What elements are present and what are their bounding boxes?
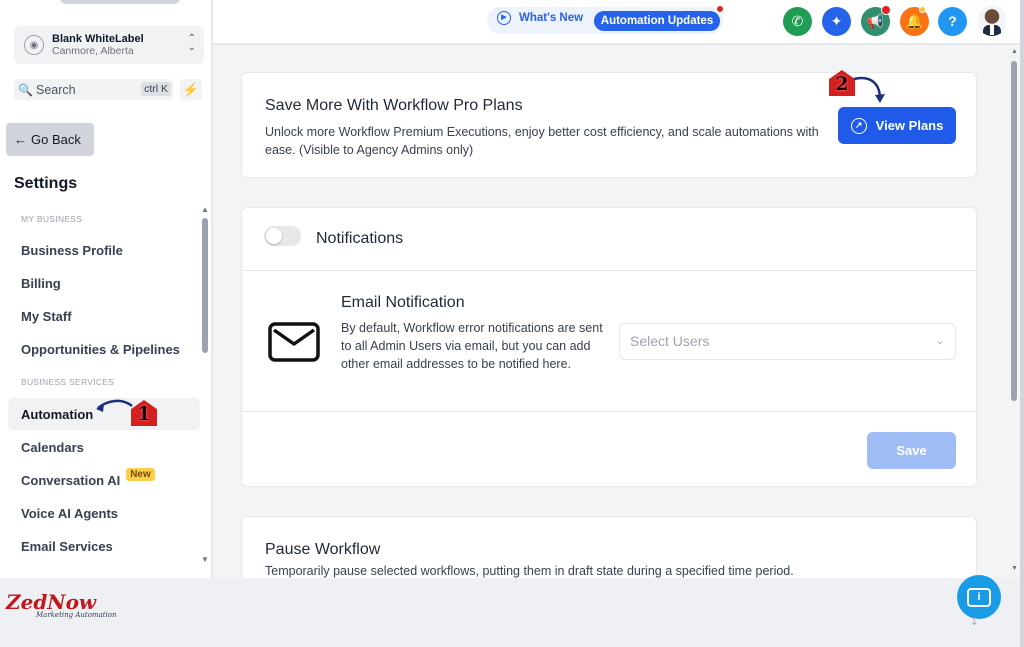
sidebar-item-business-profile[interactable]: Business Profile bbox=[8, 234, 200, 266]
bell-icon: 🔔 bbox=[905, 13, 924, 29]
save-button[interactable]: Save bbox=[867, 432, 956, 469]
email-notification-description: By default, Workflow error notifications… bbox=[341, 321, 603, 371]
window-edge bbox=[1020, 0, 1024, 647]
sidebar-item-email-services[interactable]: Email Services bbox=[8, 530, 200, 562]
sidebar-item-label: Conversation AI bbox=[21, 472, 121, 488]
search-icon: 🔍 bbox=[18, 82, 33, 97]
magic-wand-icon: ✦ bbox=[830, 13, 843, 29]
search-label: Search bbox=[36, 82, 76, 97]
sidebar-item-opportunities-pipelines[interactable]: Opportunities & Pipelines bbox=[8, 333, 200, 365]
envelope-icon bbox=[268, 322, 320, 362]
quick-actions-button[interactable]: ⚡ bbox=[180, 79, 202, 100]
sidebar-item-billing[interactable]: Billing bbox=[8, 267, 200, 299]
go-back-button[interactable]: ← Go Back bbox=[6, 123, 94, 156]
select-users-placeholder: Select Users bbox=[630, 333, 710, 349]
notifications-toggle[interactable] bbox=[264, 226, 301, 246]
download-icon: ↧ bbox=[970, 617, 979, 628]
account-switcher[interactable]: ◉ Blank WhiteLabel Canmore, Alberta ⌃ ⌄ bbox=[14, 26, 204, 64]
sidebar-item-label: Business Profile bbox=[21, 242, 123, 258]
chevron-up-down-icon: ⌃ ⌄ bbox=[187, 33, 196, 53]
notifications-title: Notifications bbox=[316, 230, 404, 247]
scroll-down-icon[interactable]: ▼ bbox=[201, 555, 209, 564]
bell-dot bbox=[919, 6, 926, 13]
main-content: Save More With Workflow Pro Plans Unlock… bbox=[213, 45, 1008, 578]
brand-tagline: Marketing Automation bbox=[36, 611, 117, 619]
annotation-step-1: 1 bbox=[131, 400, 157, 426]
search-button[interactable]: 🔍 Search ctrl K bbox=[14, 79, 173, 100]
workflow-pro-description: Unlock more Workflow Premium Executions,… bbox=[265, 125, 819, 157]
announcement-dot bbox=[881, 5, 891, 15]
scroll-up-icon[interactable]: ▲ bbox=[201, 205, 209, 214]
annotation-arrow-1 bbox=[96, 399, 133, 412]
phone-button[interactable]: ✆ bbox=[783, 7, 812, 36]
go-back-label: Go Back bbox=[31, 132, 81, 147]
lightning-icon: ⚡ bbox=[182, 82, 200, 97]
sidebar-item-label: My Staff bbox=[21, 308, 72, 324]
sidebar-item-label: Email Services bbox=[21, 538, 113, 554]
sidebar: ◉ Blank WhiteLabel Canmore, Alberta ⌃ ⌄ 🔍… bbox=[0, 0, 212, 578]
external-link-icon: ↗ bbox=[850, 117, 867, 134]
select-users-dropdown[interactable]: Select Users ⌄ bbox=[619, 323, 956, 360]
settings-heading: Settings bbox=[14, 175, 78, 192]
scroll-up-icon[interactable]: ▲ bbox=[1011, 48, 1018, 55]
email-notification-title: Email Notification bbox=[341, 294, 465, 311]
sidebar-scrollbar[interactable]: ▲ ▼ bbox=[201, 205, 209, 565]
view-plans-label: View Plans bbox=[875, 118, 944, 133]
whats-new-button[interactable]: ▶ What's New bbox=[497, 11, 583, 25]
account-location: Canmore, Alberta bbox=[52, 45, 134, 58]
section-my-business: MY BUSINESS bbox=[21, 214, 83, 224]
whats-new-label: What's New bbox=[519, 12, 584, 24]
chat-support-button[interactable]: i bbox=[957, 575, 1001, 619]
new-badge: New bbox=[126, 467, 155, 481]
pause-workflow-description: Temporarily pause selected workflows, pu… bbox=[265, 564, 794, 578]
sidebar-item-label: Voice AI Agents bbox=[21, 505, 119, 521]
pause-workflow-title: Pause Workflow bbox=[265, 541, 381, 558]
main-scrollbar[interactable]: ▲ ▼ bbox=[1008, 45, 1020, 578]
search-shortcut: ctrl K bbox=[141, 82, 171, 96]
automation-updates-button[interactable]: Automation Updates bbox=[594, 11, 720, 31]
divider bbox=[242, 411, 976, 412]
chevron-down-icon: ⌄ bbox=[935, 336, 944, 347]
megaphone-icon: 📢 bbox=[866, 13, 885, 29]
zednow-logo: ZedNow Marketing Automation bbox=[6, 590, 117, 619]
sidebar-item-label: Opportunities & Pipelines bbox=[21, 341, 180, 357]
divider bbox=[242, 270, 976, 271]
info-chat-icon: i bbox=[967, 587, 991, 607]
magic-button[interactable]: ✦ bbox=[822, 7, 851, 36]
sidebar-item-my-staff[interactable]: My Staff bbox=[8, 300, 200, 332]
notifications-card: Notifications Email Notification By defa… bbox=[241, 207, 977, 487]
arrow-left-icon: ← bbox=[14, 132, 27, 147]
view-plans-button[interactable]: ↗ View Plans bbox=[838, 107, 956, 144]
annotation-arrow-2 bbox=[853, 76, 885, 103]
sidebar-item-calendars[interactable]: Calendars bbox=[8, 431, 200, 463]
section-business-services: BUSINESS SERVICES bbox=[21, 377, 115, 387]
phone-icon: ✆ bbox=[791, 13, 804, 29]
pause-workflow-card: Pause Workflow Temporarily pause selecte… bbox=[241, 516, 977, 578]
notification-dot bbox=[716, 5, 724, 13]
main-scroll-thumb[interactable] bbox=[1011, 61, 1017, 401]
scroll-down-icon[interactable]: ▼ bbox=[1011, 565, 1018, 572]
sidebar-item-label: Automation bbox=[21, 406, 94, 422]
sidebar-item-voice-ai-agents[interactable]: Voice AI Agents bbox=[8, 497, 200, 529]
workflow-pro-title: Save More With Workflow Pro Plans bbox=[265, 97, 523, 114]
user-avatar[interactable] bbox=[977, 6, 1007, 36]
footer bbox=[0, 578, 1024, 647]
help-icon: ? bbox=[948, 13, 957, 29]
sidebar-item-label: Calendars bbox=[21, 439, 84, 455]
sidebar-item-label: Billing bbox=[21, 275, 61, 291]
sidebar-scroll-thumb[interactable] bbox=[202, 218, 208, 353]
play-icon: ▶ bbox=[497, 11, 511, 25]
help-button[interactable]: ? bbox=[938, 7, 967, 36]
location-icon: ◉ bbox=[24, 35, 44, 55]
agency-logo bbox=[60, 0, 180, 4]
account-name: Blank WhiteLabel bbox=[52, 32, 144, 45]
sidebar-item-conversation-ai[interactable]: Conversation AI New bbox=[8, 464, 200, 496]
